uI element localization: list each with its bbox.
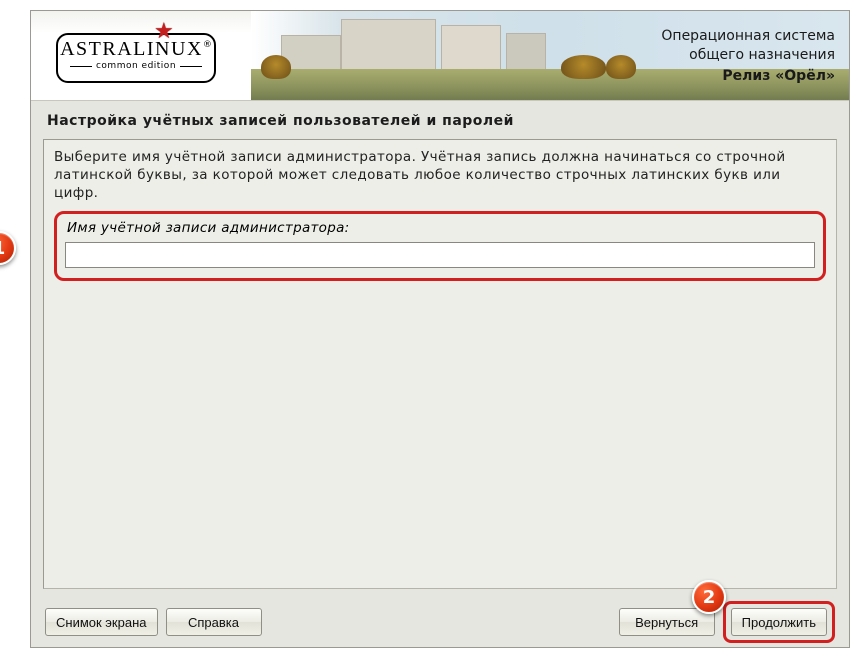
back-button[interactable]: Вернуться	[619, 608, 715, 636]
banner-line1: Операционная система	[661, 27, 835, 46]
tree-graphic	[261, 55, 291, 79]
banner: ★ ASTRALINUX® common edition Операционна…	[31, 11, 849, 101]
admin-username-label: Имя учётной записи администратора:	[67, 220, 815, 236]
building-graphic	[506, 33, 546, 71]
screenshot-button[interactable]: Снимок экрана	[45, 608, 158, 636]
tree-graphic	[606, 55, 636, 79]
help-button[interactable]: Справка	[166, 608, 262, 636]
registered-icon: ®	[203, 40, 212, 50]
banner-line2: общего назначения	[661, 46, 835, 65]
logo-title: ASTRALINUX	[60, 39, 203, 59]
page-title: Настройка учётных записей пользователей …	[31, 101, 849, 139]
annotation-badge-2: 2	[692, 580, 726, 614]
continue-highlight: Продолжить	[723, 601, 835, 643]
star-icon: ★	[154, 19, 174, 44]
tree-graphic	[561, 55, 606, 79]
banner-text: Операционная система общего назначения Р…	[661, 27, 835, 86]
continue-button[interactable]: Продолжить	[731, 608, 827, 636]
main-panel: Выберите имя учётной записи администрато…	[43, 139, 837, 589]
building-graphic	[441, 25, 501, 71]
installer-window: ★ ASTRALINUX® common edition Операционна…	[30, 10, 850, 648]
annotation-badge-1: 1	[0, 231, 16, 265]
logo-subtitle: common edition	[58, 61, 214, 71]
instructions-text: Выберите имя учётной записи администрато…	[54, 148, 826, 203]
banner-release: Релиз «Орёл»	[661, 67, 835, 86]
astralinux-logo: ★ ASTRALINUX® common edition	[56, 33, 216, 83]
building-graphic	[341, 19, 436, 71]
input-highlight: Имя учётной записи администратора:	[54, 211, 826, 281]
admin-username-input[interactable]	[65, 242, 815, 268]
bottom-bar: Снимок экрана Справка Вернуться Продолжи…	[31, 597, 849, 647]
